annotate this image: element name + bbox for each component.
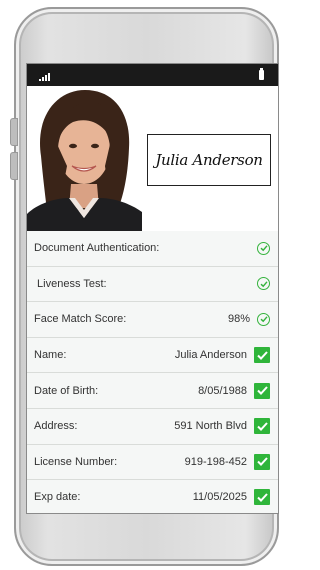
row-label: Face Match Score: xyxy=(34,313,127,326)
verification-row-face-match: Face Match Score: 98% xyxy=(27,302,278,338)
checkbox-checked-icon xyxy=(254,382,270,399)
row-value: 919-198-452 xyxy=(184,455,247,468)
row-label: Address: xyxy=(34,420,78,433)
signature-box: Julia Anderson xyxy=(147,134,271,186)
row-value: 591 North Blvd xyxy=(174,420,247,433)
row-label: Liveness Test: xyxy=(34,277,107,290)
row-label: Exp date: xyxy=(34,491,81,504)
verification-list: Document Authentication: Liveness Test: … xyxy=(27,231,278,513)
circle-check-icon xyxy=(257,277,270,291)
verification-row-document-auth: Document Authentication: xyxy=(27,231,278,267)
volume-up-button xyxy=(10,118,18,146)
row-value: Julia Anderson xyxy=(174,349,247,362)
checkbox-checked-icon xyxy=(254,418,270,435)
status-bar xyxy=(27,64,278,86)
verification-row-address: Address: 591 North Blvd xyxy=(27,408,278,445)
verification-row-liveness: Liveness Test: xyxy=(27,266,278,303)
volume-down-button xyxy=(10,152,18,180)
row-label: Document Authentication: xyxy=(34,242,160,255)
row-label: License Number: xyxy=(34,455,118,468)
verification-row-dob: Date of Birth: 8/05/1988 xyxy=(27,373,278,409)
row-label: Date of Birth: xyxy=(34,384,99,397)
checkbox-checked-icon xyxy=(254,347,270,364)
row-label: Name: xyxy=(34,349,67,362)
verification-row-name: Name: Julia Anderson xyxy=(27,337,278,374)
signature: Julia Anderson xyxy=(155,151,263,169)
row-value: 11/05/2025 xyxy=(192,491,247,504)
signal-bars-icon xyxy=(39,73,50,81)
circle-check-icon xyxy=(257,241,270,255)
circle-check-icon xyxy=(257,312,270,326)
row-value: 8/05/1988 xyxy=(198,384,247,397)
checkbox-checked-icon xyxy=(254,453,270,470)
phone-screen: Julia Anderson Document Authentication: … xyxy=(26,63,279,514)
checkbox-checked-icon xyxy=(254,489,270,506)
profile-photo xyxy=(27,86,142,231)
profile-section: Julia Anderson xyxy=(27,86,278,231)
battery-icon xyxy=(259,68,264,80)
verification-row-exp-date: Exp date: 11/05/2025 xyxy=(27,480,278,513)
verification-row-license: License Number: 919-198-452 xyxy=(27,444,278,481)
row-value: 98% xyxy=(227,313,250,326)
